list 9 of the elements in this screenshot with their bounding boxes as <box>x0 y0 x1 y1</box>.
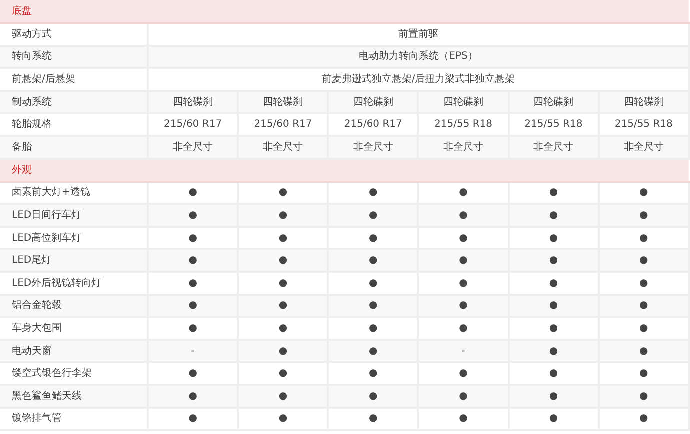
table-cell: ● <box>418 408 509 430</box>
table-cell: ● <box>148 408 238 430</box>
table-cell: ● <box>598 408 689 430</box>
table-cell: ● <box>238 408 328 430</box>
section-title: 底盘 <box>12 6 32 16</box>
table-cell: ● <box>508 408 599 430</box>
row-label: 镀铬排气管 <box>0 408 148 430</box>
table-cell: ● <box>328 408 418 430</box>
section-title: 外观 <box>12 164 32 176</box>
